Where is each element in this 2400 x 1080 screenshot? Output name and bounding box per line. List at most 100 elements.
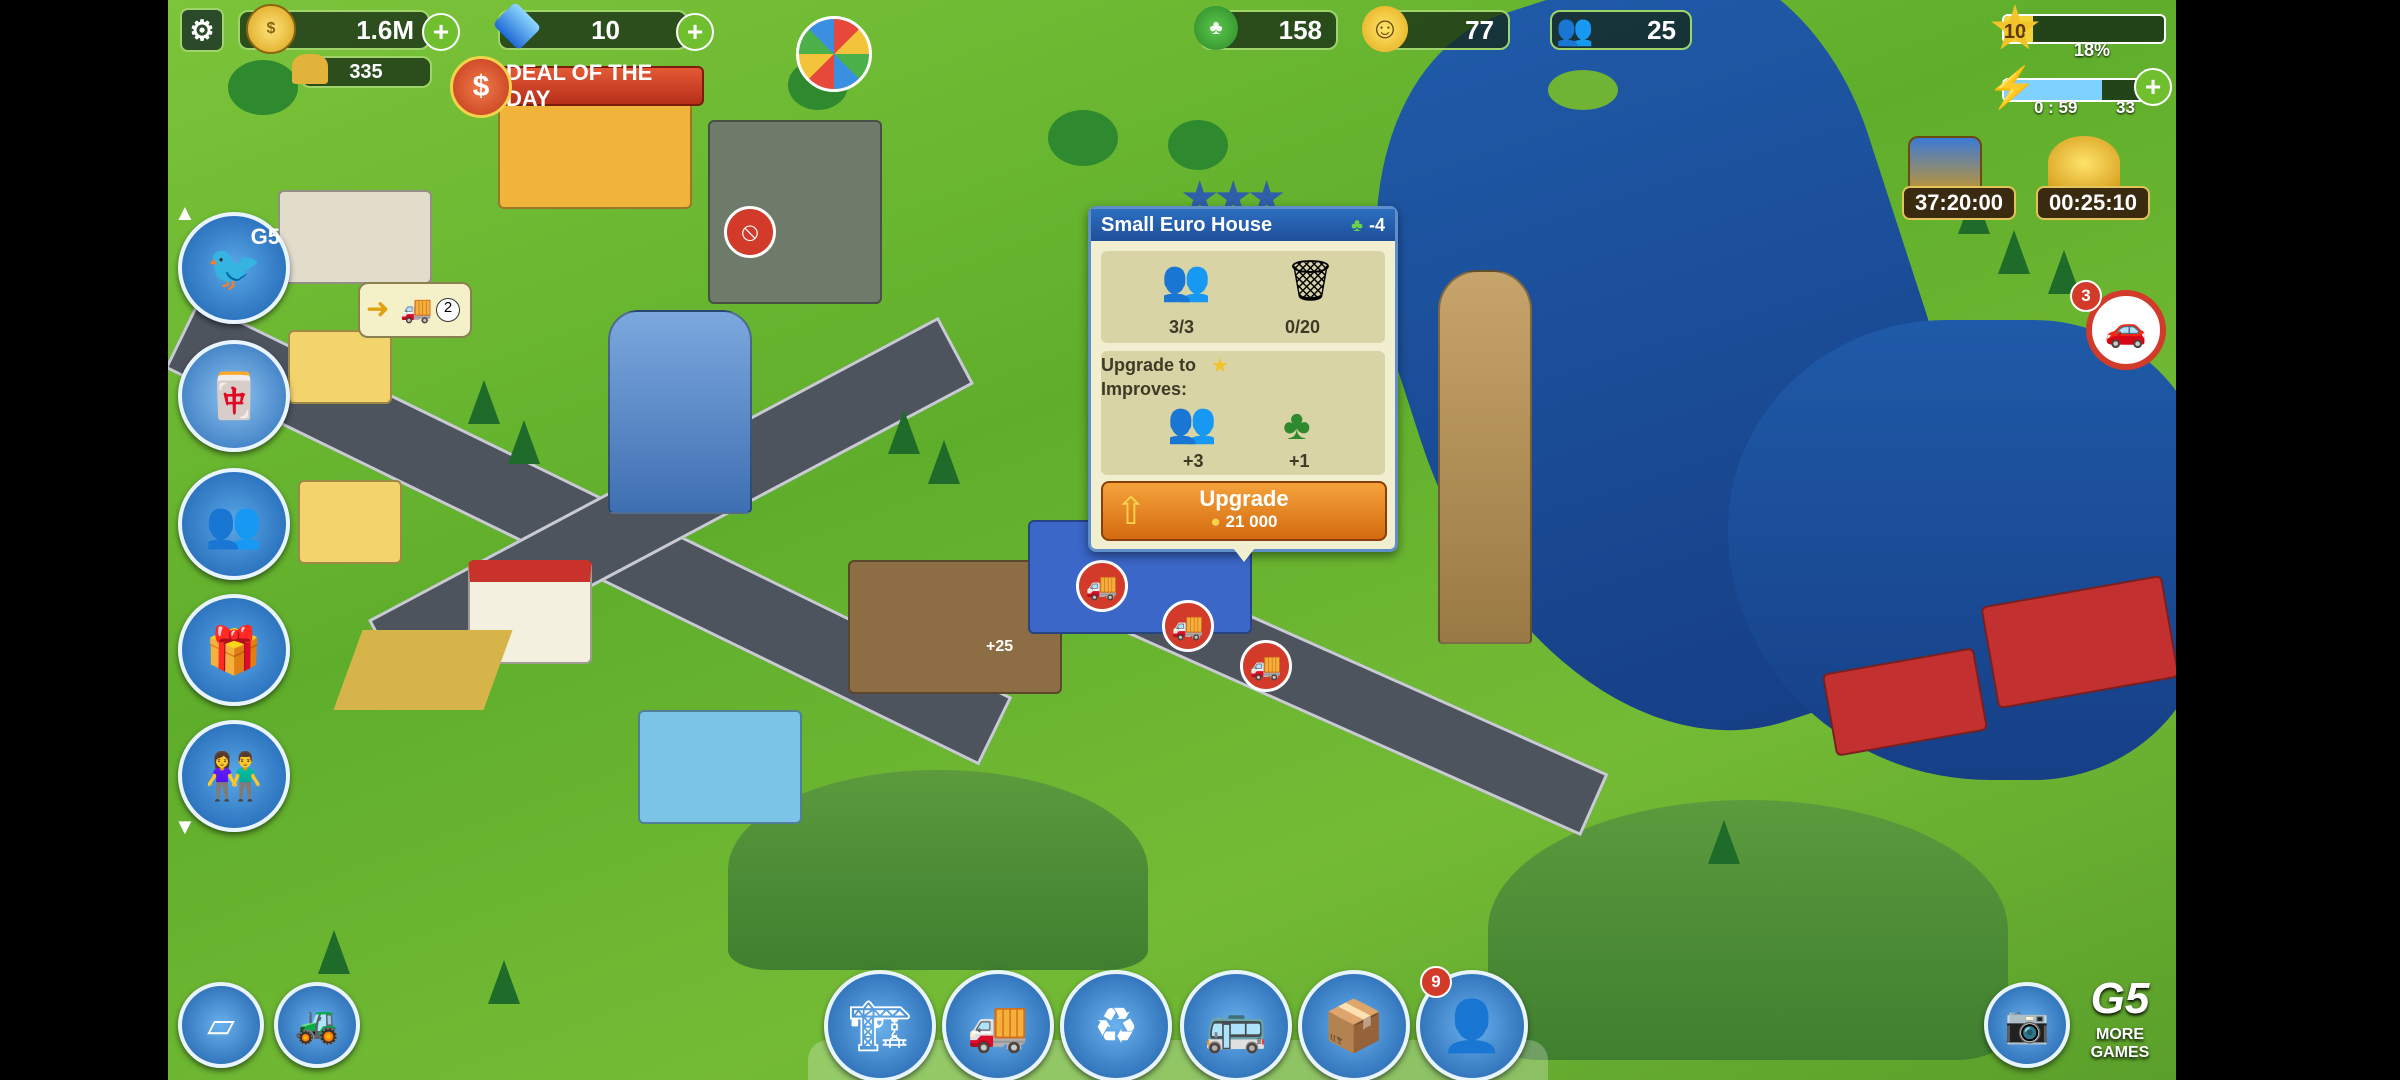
yellow-house[interactable] [288,330,392,404]
friends-icon: 👥 [205,497,263,550]
no-truck-icon[interactable]: 🚚 [1162,600,1214,652]
hill [1488,800,2008,1060]
settings-button[interactable]: ⚙ [180,8,224,52]
people-icon: 👫 [205,749,263,802]
tree-icon: ♣ [1194,6,1238,50]
gold-coins-icon[interactable] [2048,136,2120,190]
tree [1998,230,2030,274]
bus-button[interactable]: 🚌 [1180,970,1292,1080]
g5-twitter-button[interactable]: 🐦 G5 [178,212,290,324]
gold-pile-icon [292,54,328,84]
eco-delta: -4 [1368,214,1385,235]
mahjong-game-button[interactable]: 🀄 [178,340,290,452]
star-small-icon: ★ [1211,355,1229,377]
alert-badge: 3 [2070,280,2102,312]
residents-icon: 👥 [1161,259,1211,303]
bush [1048,110,1118,166]
popup-upgrade-box: Upgrade to ★ Improves: 👥 +3 ♣ +1 [1101,351,1385,475]
bush [1168,120,1228,170]
truck-icon: 🚚 [400,294,433,324]
tree [888,410,920,454]
tree [488,960,520,1004]
wheat-field [333,630,513,710]
crane-icon: 🏗 [848,997,912,1054]
gift-icon: 🎁 [205,623,263,676]
tree [468,380,500,424]
construction-button[interactable]: 🏗 [824,970,936,1080]
coins-timer: 00:25:10 [2036,186,2150,220]
no-truck-icon[interactable]: 🚚 [1240,640,1292,692]
arrow-right-icon: ➜ [366,293,390,324]
upgrade-button[interactable]: ⇧ Upgrade ● 21 000 [1101,481,1387,541]
dollar-badge-icon: $ [450,56,512,118]
farm-bonus-label: +25 [986,638,1014,655]
chest-timer: 37:20:00 [1902,186,2016,220]
camera-button[interactable]: 📷 [1984,982,2070,1068]
bulldozer-icon: 🚜 [294,1004,340,1045]
friends-notification-badge: 9 [1420,966,1452,998]
improves-label: Improves: [1101,379,1188,399]
friends-button[interactable]: 👥 [178,468,290,580]
gift-button[interactable]: 🎁 [178,594,290,706]
trash-value: 0/20 [1285,317,1321,337]
g5-logo: G5 [2090,974,2150,1023]
trash-icon: 🗑 [1285,259,1336,303]
side-menu-collapse-arrow[interactable]: ▲ [174,200,196,226]
coins-icon: $ [246,4,296,54]
tree [1708,820,1740,864]
supermarket[interactable] [498,95,692,209]
upgrade-to-label: Upgrade to [1101,355,1197,375]
energy-value: 33 [2116,98,2135,117]
delivery-truck-icon: 🚚 [966,997,1030,1054]
tree [318,930,350,974]
popup-title-bar: Small Euro House ♣ -4 [1091,209,1395,241]
energy-timer: 0 : 59 [2034,98,2078,117]
population-gain-icon: 👥 [1167,401,1217,445]
population-icon: 👥 [1556,13,1594,47]
recycling-truck-button[interactable]: ♻ [1060,970,1172,1080]
add-coins-button[interactable]: + [422,13,460,51]
arrow-up-icon: ⇧ [1115,491,1147,533]
box-icon: 📦 [1322,997,1386,1054]
eco-small-icon: ♣ [1351,214,1363,235]
tree-gain-icon: ♣ [1283,401,1311,448]
tree [508,420,540,464]
g5-friends-icon: 👤 [1440,997,1504,1054]
population-gain: +3 [1183,451,1204,471]
villa-pool[interactable] [638,710,802,824]
transport-truck-button[interactable]: 🚚 [942,970,1054,1080]
yellow-house[interactable] [298,480,402,564]
residents-value: 3/3 [1169,317,1195,337]
popup-stats-box: 👥 3/3 🗑 0/20 [1101,251,1385,343]
more-games-button[interactable]: G5 MORE GAMES [2072,972,2168,1072]
xp-percent-label: 18% [2074,40,2111,60]
delivery-bubble[interactable]: ➜ 🚚 2 [358,282,472,338]
bush [228,60,298,115]
popup-title: Small Euro House [1101,213,1273,236]
building-info-popup[interactable]: Small Euro House ♣ -4 👥 3/3 🗑 0/20 Upgra… [1088,206,1398,552]
euro-house[interactable] [278,190,432,284]
game-viewport[interactable]: ⦸ 🚚 🚚 🚚 +25 ⚙ 1.6M $ + 10 + 335 DEAL OF … [168,0,2176,1080]
add-energy-button[interactable]: + [2134,68,2172,106]
eco-gain: +1 [1289,451,1310,471]
side-menu-expand-arrow[interactable]: ▼ [174,814,196,840]
glass-tower[interactable] [608,310,752,514]
bulldozer-button[interactable]: 🚜 [274,982,360,1068]
big-ben[interactable] [1438,270,1532,644]
shop-box-button[interactable]: 📦 [1298,970,1410,1080]
fortune-wheel-button[interactable] [796,16,872,92]
no-entry-sign[interactable]: ⦸ [724,206,776,258]
popup-pointer [1230,544,1258,562]
lightning-icon: ⚡ [1987,65,2037,110]
add-gems-button[interactable]: + [676,13,714,51]
bus-icon: 🚌 [1204,997,1268,1054]
road-tool-button[interactable]: ▱ [178,982,264,1068]
island [1548,70,1618,110]
tree [928,440,960,484]
road-icon: ▱ [207,1004,235,1045]
camera-icon: 📷 [2004,1004,2050,1045]
mahjong-tiles-icon: 🀄 [206,372,262,421]
smiley-icon: ☺ [1362,6,1408,52]
no-truck-icon[interactable]: 🚚 [1076,560,1128,612]
recycle-truck-icon: ♻ [1093,998,1139,1054]
